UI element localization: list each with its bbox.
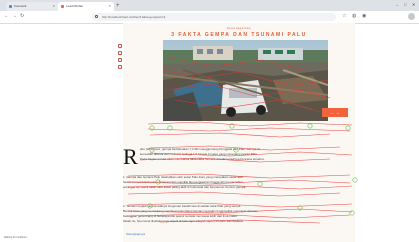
hero-image [163,40,328,121]
site-favicon-icon [9,5,12,8]
share-sidebar [118,44,122,72]
tab-label: Load Minifier [66,4,84,8]
paragraph-line: Bentuk teluk yang memanjang membuat gelo… [123,209,259,213]
status-bar: Waiting for localhost... [4,236,29,239]
article-category[interactable]: Keberagaman [123,26,355,30]
article-title: 3 FAKTA GEMPA DAN TSUNAMI PALU [171,32,307,38]
close-tab-icon[interactable]: ✕ [108,2,111,11]
paragraph-line: kemudian disusul oleh tsunami setinggi 1… [140,152,258,156]
share-facebook-icon[interactable] [118,44,122,48]
extension-icon[interactable]: ◉ [362,13,366,19]
paragraph-line: Selain itu, fenomena likuifaksi juga ter… [123,219,244,223]
tab-strip: Kosmetik ✕ Load Minifier ✕ + – □ ✕ [0,0,419,11]
tab-load-minifier[interactable]: Load Minifier ✕ [58,2,114,11]
reload-icon[interactable]: ↻ [20,13,24,19]
maximize-icon[interactable]: □ [404,2,406,7]
paragraph-line: 2. Tsunami terjadi karena adanya longsor… [123,204,242,208]
paragraph-line: Pada bagian ini kita akan membahas fakta… [140,157,265,161]
drop-cap: R [123,144,138,169]
read-more-link[interactable]: Selengkapnya [126,232,145,236]
back-icon[interactable]: ← [4,13,9,19]
bookmark-star-icon[interactable]: ☆ [342,13,346,19]
paragraph-line: 1. Gempa dan tsunami Palu disebabkan ole… [123,175,244,179]
close-tab-icon[interactable]: ✕ [52,2,55,11]
tab-label: Kosmetik [14,4,27,8]
hero-slider-button[interactable]: ← → [322,108,348,117]
url-text: http://localhost/load-minifier/3-fakta-g… [102,15,166,19]
minimize-icon[interactable]: – [396,2,398,7]
share-email-icon[interactable] [118,58,122,62]
profile-avatar[interactable] [408,13,415,20]
paragraph-line: abu (28/9) sore, gempa berkekuatan 7,4 S… [140,147,261,151]
new-tab-icon[interactable]: + [116,2,120,11]
address-bar[interactable]: http://localhost/load-minifier/3-fakta-g… [92,13,336,21]
close-window-icon[interactable]: ✕ [412,2,415,7]
paragraph-line: Ketinggian gelombang di beberapa titik p… [123,214,238,218]
share-twitter-icon[interactable] [118,51,122,55]
site-favicon-icon [61,5,64,8]
paragraph-line: Sesar ini membelah pulau Sulawesi dan me… [123,180,244,184]
paragraph-line: sehingga termasuk salah satu sesar palin… [123,185,247,189]
extension-icon[interactable]: ◍ [352,13,356,19]
forward-icon[interactable]: → [12,13,17,19]
tab-kosmetik[interactable]: Kosmetik ✕ [6,2,58,11]
tsunami-debris-photo [163,40,328,121]
share-link-icon[interactable] [118,65,122,69]
lock-icon [95,15,98,18]
